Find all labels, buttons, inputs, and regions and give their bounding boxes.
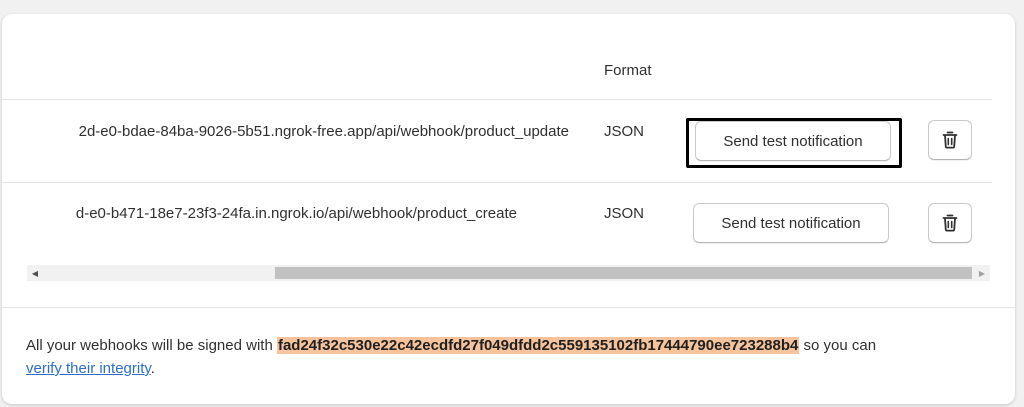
verify-integrity-link[interactable]: verify their integrity <box>26 360 151 377</box>
signing-text-end: . <box>150 360 155 377</box>
signing-text-before: All your webhooks will be signed with <box>26 337 277 354</box>
scroll-left-arrow-icon[interactable]: ◀ <box>27 265 43 281</box>
header-divider <box>2 99 992 100</box>
send-test-notification-button[interactable]: Send test notification <box>695 121 891 161</box>
scroll-right-arrow-icon[interactable]: ▶ <box>974 265 990 281</box>
delete-webhook-button[interactable] <box>928 203 972 243</box>
row-divider <box>2 182 992 183</box>
format-column-header: Format <box>604 62 652 79</box>
trash-icon <box>942 214 958 232</box>
scrollbar-thumb[interactable] <box>275 267 972 279</box>
send-test-notification-button[interactable]: Send test notification <box>693 203 889 243</box>
signing-text-after: so you can <box>799 337 877 354</box>
webhook-url-text: d-e0-b471-18e7-23f3-24fa.in.ngrok.io/api… <box>75 205 517 222</box>
footer-divider <box>2 307 1015 308</box>
horizontal-scrollbar[interactable]: ◀ ▶ <box>27 265 990 281</box>
trash-icon <box>942 131 958 149</box>
webhook-url-product-create: d-e0-b471-18e7-23f3-24fa.in.ngrok.io/api… <box>2 205 587 225</box>
delete-webhook-button[interactable] <box>928 120 972 160</box>
webhook-url-product-update: 2d-e0-bdae-84ba-9026-5b51.ngrok-free.app… <box>2 123 587 143</box>
webhooks-card: Format 2d-e0-bdae-84ba-9026-5b51.ngrok-f… <box>2 14 1015 404</box>
webhook-url-text: 2d-e0-bdae-84ba-9026-5b51.ngrok-free.app… <box>78 123 569 140</box>
webhook-format: JSON <box>604 123 645 140</box>
signing-secret: fad24f32c530e22c42ecdfd27f049dfdd2c55913… <box>276 337 800 354</box>
signing-notice: All your webhooks will be signed with fa… <box>26 334 996 380</box>
webhook-format: JSON <box>604 205 645 222</box>
